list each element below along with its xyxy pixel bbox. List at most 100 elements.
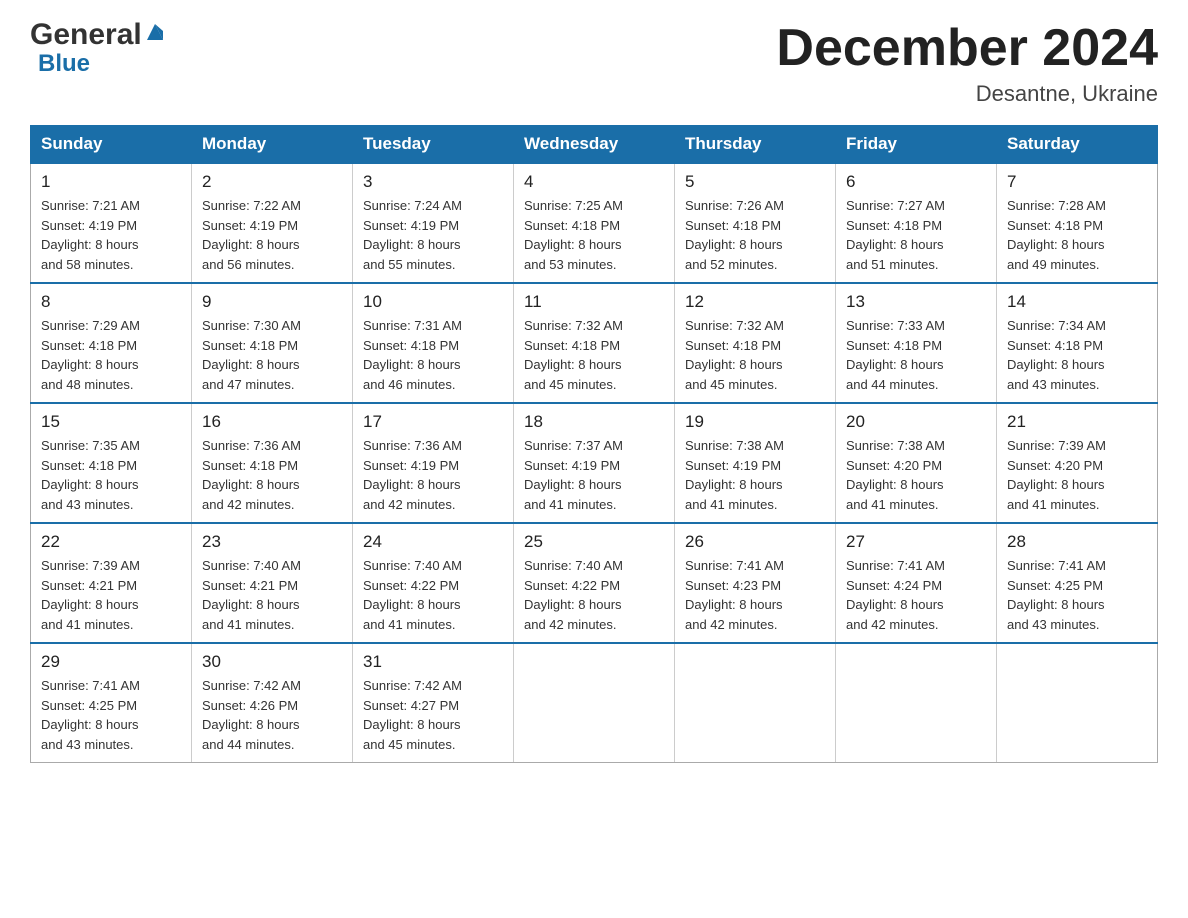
day-number: 31 xyxy=(363,652,503,672)
day-info: Sunrise: 7:30 AMSunset: 4:18 PMDaylight:… xyxy=(202,316,342,394)
day-number: 9 xyxy=(202,292,342,312)
location-subtitle: Desantne, Ukraine xyxy=(776,81,1158,107)
day-number: 22 xyxy=(41,532,181,552)
title-block: December 2024 Desantne, Ukraine xyxy=(776,20,1158,107)
day-info: Sunrise: 7:27 AMSunset: 4:18 PMDaylight:… xyxy=(846,196,986,274)
day-info: Sunrise: 7:38 AMSunset: 4:19 PMDaylight:… xyxy=(685,436,825,514)
day-number: 25 xyxy=(524,532,664,552)
day-number: 6 xyxy=(846,172,986,192)
calendar-cell: 23 Sunrise: 7:40 AMSunset: 4:21 PMDayligh… xyxy=(192,523,353,643)
day-info: Sunrise: 7:21 AMSunset: 4:19 PMDaylight:… xyxy=(41,196,181,274)
calendar-cell: 10 Sunrise: 7:31 AMSunset: 4:18 PMDayligh… xyxy=(353,283,514,403)
logo-triangle-icon xyxy=(145,18,165,48)
month-year-title: December 2024 xyxy=(776,20,1158,77)
week-row-4: 22 Sunrise: 7:39 AMSunset: 4:21 PMDayligh… xyxy=(31,523,1158,643)
calendar-cell: 28 Sunrise: 7:41 AMSunset: 4:25 PMDayligh… xyxy=(997,523,1158,643)
calendar-cell: 4 Sunrise: 7:25 AMSunset: 4:18 PMDaylight… xyxy=(514,163,675,283)
calendar-cell: 25Sunrise: 7:40 AMSunset: 4:22 PMDayligh… xyxy=(514,523,675,643)
day-info: Sunrise: 7:29 AMSunset: 4:18 PMDaylight:… xyxy=(41,316,181,394)
day-info: Sunrise: 7:32 AMSunset: 4:18 PMDaylight:… xyxy=(685,316,825,394)
day-number: 21 xyxy=(1007,412,1147,432)
calendar-cell: 12Sunrise: 7:32 AMSunset: 4:18 PMDayligh… xyxy=(675,283,836,403)
calendar-cell: 5Sunrise: 7:26 AMSunset: 4:18 PMDaylight… xyxy=(675,163,836,283)
week-row-5: 29 Sunrise: 7:41 AMSunset: 4:25 PMDayligh… xyxy=(31,643,1158,763)
day-number: 5 xyxy=(685,172,825,192)
day-number: 26 xyxy=(685,532,825,552)
calendar-cell: 18 Sunrise: 7:37 AMSunset: 4:19 PMDayligh… xyxy=(514,403,675,523)
day-info: Sunrise: 7:34 AMSunset: 4:18 PMDaylight:… xyxy=(1007,316,1147,394)
calendar-cell: 30 Sunrise: 7:42 AMSunset: 4:26 PMDayligh… xyxy=(192,643,353,763)
day-info: Sunrise: 7:39 AMSunset: 4:20 PMDaylight:… xyxy=(1007,436,1147,514)
day-number: 30 xyxy=(202,652,342,672)
day-info: Sunrise: 7:33 AMSunset: 4:18 PMDaylight:… xyxy=(846,316,986,394)
day-info: Sunrise: 7:40 AMSunset: 4:22 PMDaylight:… xyxy=(363,556,503,634)
calendar-cell: 8 Sunrise: 7:29 AMSunset: 4:18 PMDaylight… xyxy=(31,283,192,403)
calendar-cell xyxy=(675,643,836,763)
day-info: Sunrise: 7:22 AMSunset: 4:19 PMDaylight:… xyxy=(202,196,342,274)
calendar-cell: 29 Sunrise: 7:41 AMSunset: 4:25 PMDayligh… xyxy=(31,643,192,763)
day-number: 15 xyxy=(41,412,181,432)
day-number: 28 xyxy=(1007,532,1147,552)
calendar-cell: 17 Sunrise: 7:36 AMSunset: 4:19 PMDayligh… xyxy=(353,403,514,523)
header-monday: Monday xyxy=(192,126,353,164)
week-row-2: 8 Sunrise: 7:29 AMSunset: 4:18 PMDaylight… xyxy=(31,283,1158,403)
day-number: 8 xyxy=(41,292,181,312)
calendar-cell: 15 Sunrise: 7:35 AMSunset: 4:18 PMDayligh… xyxy=(31,403,192,523)
weekday-header-row: Sunday Monday Tuesday Wednesday Thursday… xyxy=(31,126,1158,164)
calendar-table: Sunday Monday Tuesday Wednesday Thursday… xyxy=(30,125,1158,763)
day-info: Sunrise: 7:25 AMSunset: 4:18 PMDaylight:… xyxy=(524,196,664,274)
calendar-cell xyxy=(997,643,1158,763)
calendar-cell xyxy=(514,643,675,763)
calendar-cell: 2 Sunrise: 7:22 AMSunset: 4:19 PMDaylight… xyxy=(192,163,353,283)
day-number: 18 xyxy=(524,412,664,432)
day-number: 24 xyxy=(363,532,503,552)
calendar-cell: 7Sunrise: 7:28 AMSunset: 4:18 PMDaylight… xyxy=(997,163,1158,283)
day-number: 4 xyxy=(524,172,664,192)
day-number: 20 xyxy=(846,412,986,432)
day-number: 19 xyxy=(685,412,825,432)
logo: General Blue xyxy=(30,20,165,78)
day-info: Sunrise: 7:24 AMSunset: 4:19 PMDaylight:… xyxy=(363,196,503,274)
day-info: Sunrise: 7:41 AMSunset: 4:23 PMDaylight:… xyxy=(685,556,825,634)
header-thursday: Thursday xyxy=(675,126,836,164)
day-info: Sunrise: 7:39 AMSunset: 4:21 PMDaylight:… xyxy=(41,556,181,634)
header-saturday: Saturday xyxy=(997,126,1158,164)
day-number: 3 xyxy=(363,172,503,192)
calendar-cell: 31 Sunrise: 7:42 AMSunset: 4:27 PMDayligh… xyxy=(353,643,514,763)
calendar-cell: 1 Sunrise: 7:21 AMSunset: 4:19 PMDaylight… xyxy=(31,163,192,283)
day-info: Sunrise: 7:36 AMSunset: 4:19 PMDaylight:… xyxy=(363,436,503,514)
day-info: Sunrise: 7:41 AMSunset: 4:25 PMDaylight:… xyxy=(41,676,181,754)
calendar-cell: 14 Sunrise: 7:34 AMSunset: 4:18 PMDayligh… xyxy=(997,283,1158,403)
logo-general-text: General xyxy=(30,20,165,50)
day-info: Sunrise: 7:42 AMSunset: 4:26 PMDaylight:… xyxy=(202,676,342,754)
day-number: 14 xyxy=(1007,292,1147,312)
day-number: 17 xyxy=(363,412,503,432)
day-number: 29 xyxy=(41,652,181,672)
day-number: 11 xyxy=(524,292,664,312)
week-row-1: 1 Sunrise: 7:21 AMSunset: 4:19 PMDaylight… xyxy=(31,163,1158,283)
day-number: 13 xyxy=(846,292,986,312)
day-info: Sunrise: 7:36 AMSunset: 4:18 PMDaylight:… xyxy=(202,436,342,514)
calendar-cell: 19 Sunrise: 7:38 AMSunset: 4:19 PMDayligh… xyxy=(675,403,836,523)
header-friday: Friday xyxy=(836,126,997,164)
calendar-cell: 9 Sunrise: 7:30 AMSunset: 4:18 PMDaylight… xyxy=(192,283,353,403)
day-info: Sunrise: 7:31 AMSunset: 4:18 PMDaylight:… xyxy=(363,316,503,394)
day-info: Sunrise: 7:42 AMSunset: 4:27 PMDaylight:… xyxy=(363,676,503,754)
day-info: Sunrise: 7:37 AMSunset: 4:19 PMDaylight:… xyxy=(524,436,664,514)
page-header: General Blue December 2024 Desantne, Ukr… xyxy=(30,20,1158,107)
day-number: 16 xyxy=(202,412,342,432)
day-number: 1 xyxy=(41,172,181,192)
day-number: 23 xyxy=(202,532,342,552)
calendar-cell: 22 Sunrise: 7:39 AMSunset: 4:21 PMDayligh… xyxy=(31,523,192,643)
header-tuesday: Tuesday xyxy=(353,126,514,164)
day-info: Sunrise: 7:40 AMSunset: 4:21 PMDaylight:… xyxy=(202,556,342,634)
calendar-cell: 11Sunrise: 7:32 AMSunset: 4:18 PMDayligh… xyxy=(514,283,675,403)
calendar-cell: 21 Sunrise: 7:39 AMSunset: 4:20 PMDayligh… xyxy=(997,403,1158,523)
week-row-3: 15 Sunrise: 7:35 AMSunset: 4:18 PMDayligh… xyxy=(31,403,1158,523)
header-sunday: Sunday xyxy=(31,126,192,164)
day-info: Sunrise: 7:41 AMSunset: 4:25 PMDaylight:… xyxy=(1007,556,1147,634)
day-number: 10 xyxy=(363,292,503,312)
day-info: Sunrise: 7:28 AMSunset: 4:18 PMDaylight:… xyxy=(1007,196,1147,274)
day-number: 2 xyxy=(202,172,342,192)
day-info: Sunrise: 7:35 AMSunset: 4:18 PMDaylight:… xyxy=(41,436,181,514)
